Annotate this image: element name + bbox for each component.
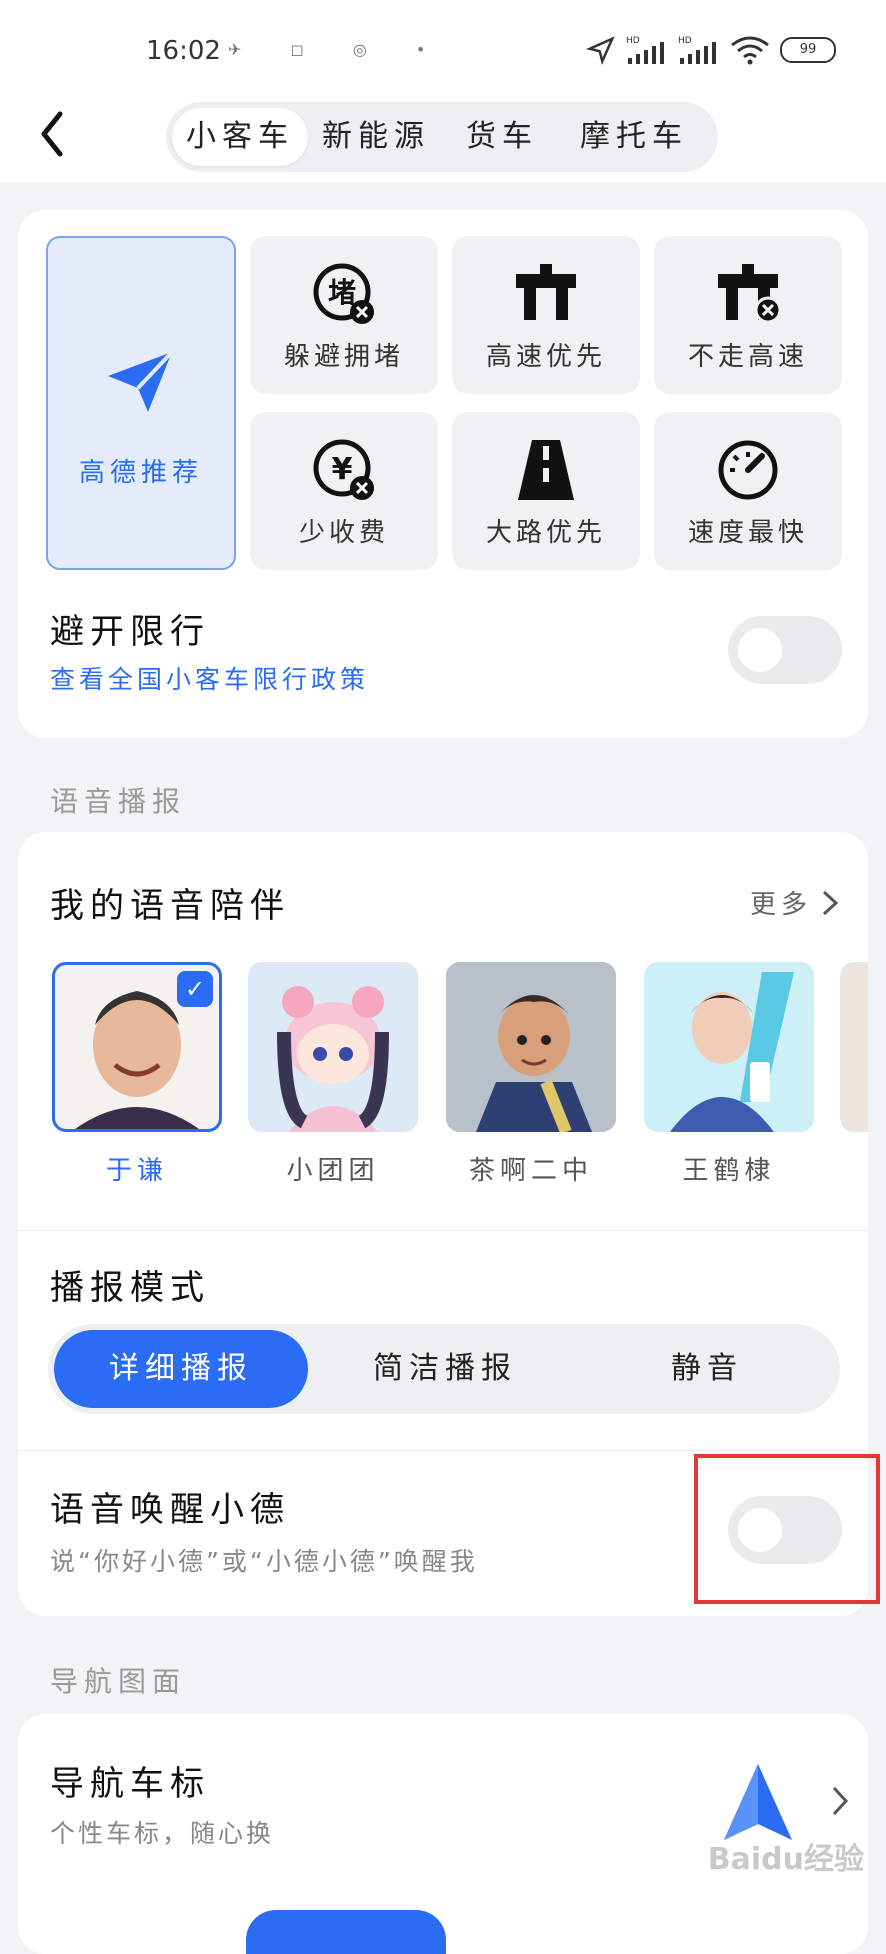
portrait-image xyxy=(644,962,814,1132)
voice-wake-title: 语音唤醒小德 xyxy=(50,1490,290,1530)
tab-motorcycle[interactable]: 摩托车 xyxy=(560,108,708,166)
svg-text:HD: HD xyxy=(678,36,692,46)
route-option-recommended[interactable]: 高德推荐 xyxy=(46,236,236,570)
wifi-icon xyxy=(731,36,769,65)
more-voices-link[interactable]: 更多 xyxy=(750,884,840,921)
tab-new-energy[interactable]: 新能源 xyxy=(308,108,444,166)
main-road-icon xyxy=(518,440,574,500)
voice-name: 王鹤棣 xyxy=(682,1156,776,1186)
watermark: Baidu经验 xyxy=(707,1842,864,1877)
route-option-label: 高德推荐 xyxy=(78,458,203,488)
chevron-right-icon xyxy=(822,890,839,915)
route-option-highway-first[interactable]: 高速优先 xyxy=(452,236,640,394)
mode-mute[interactable]: 静音 xyxy=(580,1330,834,1408)
no-highway-icon xyxy=(718,264,782,324)
status-notification-icons: ✈ ◻ ◎ • xyxy=(228,40,448,59)
avoid-congestion-icon: 堵 xyxy=(313,263,374,324)
broadcast-mode-selector: 详细播报 简洁播报 静音 xyxy=(48,1324,840,1414)
cartoon-boy-image xyxy=(446,962,616,1132)
vehicle-tabs: 小客车 新能源 货车 摩托车 xyxy=(166,102,718,172)
voice-avatar-yuqian[interactable]: ✓ xyxy=(52,962,222,1132)
battery-indicator: 99 xyxy=(780,37,836,63)
restriction-toggle[interactable] xyxy=(728,616,842,684)
route-option-avoid-congestion[interactable]: 堵 躲避拥堵 xyxy=(250,236,438,394)
car-icon-title: 导航车标 xyxy=(50,1764,210,1804)
route-option-label: 不走高速 xyxy=(687,342,808,372)
voice-avatar-wanghedi[interactable] xyxy=(644,962,814,1132)
divider xyxy=(18,1230,868,1231)
section-title-voice: 语音播报 xyxy=(50,785,187,818)
route-preference-card: 高德推荐 堵 躲避拥堵 高速优先 不走高速 ¥ 少收费 大路优先 速度最快 避开… xyxy=(18,210,868,738)
car-icon-description: 个性车标，随心换 xyxy=(50,1819,275,1848)
restriction-title: 避开限行 xyxy=(50,612,210,652)
section-title-navigation: 导航图面 xyxy=(50,1665,187,1698)
voice-avatar-chaaerzhong[interactable] xyxy=(446,962,616,1132)
route-option-fastest[interactable]: 速度最快 xyxy=(654,412,842,570)
bottom-pill-partial xyxy=(246,1910,446,1954)
svg-text:堵: 堵 xyxy=(328,276,356,309)
route-option-label: 大路优先 xyxy=(485,518,606,548)
less-toll-icon: ¥ xyxy=(313,439,374,500)
svg-text:HD: HD xyxy=(626,36,640,46)
top-header: 小客车 新能源 货车 摩托车 xyxy=(0,100,886,182)
voice-name: 于谦 xyxy=(105,1156,168,1186)
hd-signal-icon: HD xyxy=(678,36,716,64)
chevron-right-icon xyxy=(832,1786,849,1816)
route-option-main-road[interactable]: 大路优先 xyxy=(452,412,640,570)
mode-concise[interactable]: 简洁播报 xyxy=(318,1330,572,1408)
highway-icon xyxy=(516,264,576,320)
mode-detailed[interactable]: 详细播报 xyxy=(54,1330,308,1408)
highlight-box xyxy=(694,1454,880,1604)
tab-truck[interactable]: 货车 xyxy=(444,108,560,166)
speedometer-icon xyxy=(718,440,778,500)
broadcast-mode-title: 播报模式 xyxy=(50,1268,210,1308)
route-option-no-highway[interactable]: 不走高速 xyxy=(654,236,842,394)
anime-girl-image xyxy=(277,986,389,1132)
voice-avatar-xiaotuantuan[interactable] xyxy=(248,962,418,1132)
voice-name: 小团团 xyxy=(286,1156,380,1186)
svg-text:¥: ¥ xyxy=(332,452,353,487)
voice-name: 茶啊二中 xyxy=(468,1156,593,1186)
back-icon[interactable] xyxy=(28,104,78,164)
voice-avatar-partial[interactable] xyxy=(840,962,868,1132)
status-right: HD HD 99 xyxy=(586,30,836,70)
voice-wake-description: 说“你好小德”或“小德小德”唤醒我 xyxy=(50,1547,478,1576)
route-option-label: 速度最快 xyxy=(687,518,808,548)
location-icon xyxy=(586,36,615,65)
hd-signal-icon: HD xyxy=(626,36,664,64)
route-option-label: 少收费 xyxy=(298,518,389,548)
restriction-policy-link[interactable]: 查看全国小客车限行政策 xyxy=(50,660,369,696)
voice-companion-title: 我的语音陪伴 xyxy=(50,886,290,926)
paper-plane-icon xyxy=(108,350,174,412)
more-label: 更多 xyxy=(749,890,812,920)
route-option-label: 躲避拥堵 xyxy=(283,342,404,372)
status-bar: 16:02 ✈ ◻ ◎ • HD HD 99 xyxy=(0,0,886,100)
divider xyxy=(18,1450,868,1451)
selected-check-icon: ✓ xyxy=(177,971,213,1007)
status-time: 16:02 xyxy=(146,36,221,66)
tab-small-car[interactable]: 小客车 xyxy=(172,108,308,166)
route-option-label: 高速优先 xyxy=(485,342,606,372)
route-option-less-toll[interactable]: ¥ 少收费 xyxy=(250,412,438,570)
